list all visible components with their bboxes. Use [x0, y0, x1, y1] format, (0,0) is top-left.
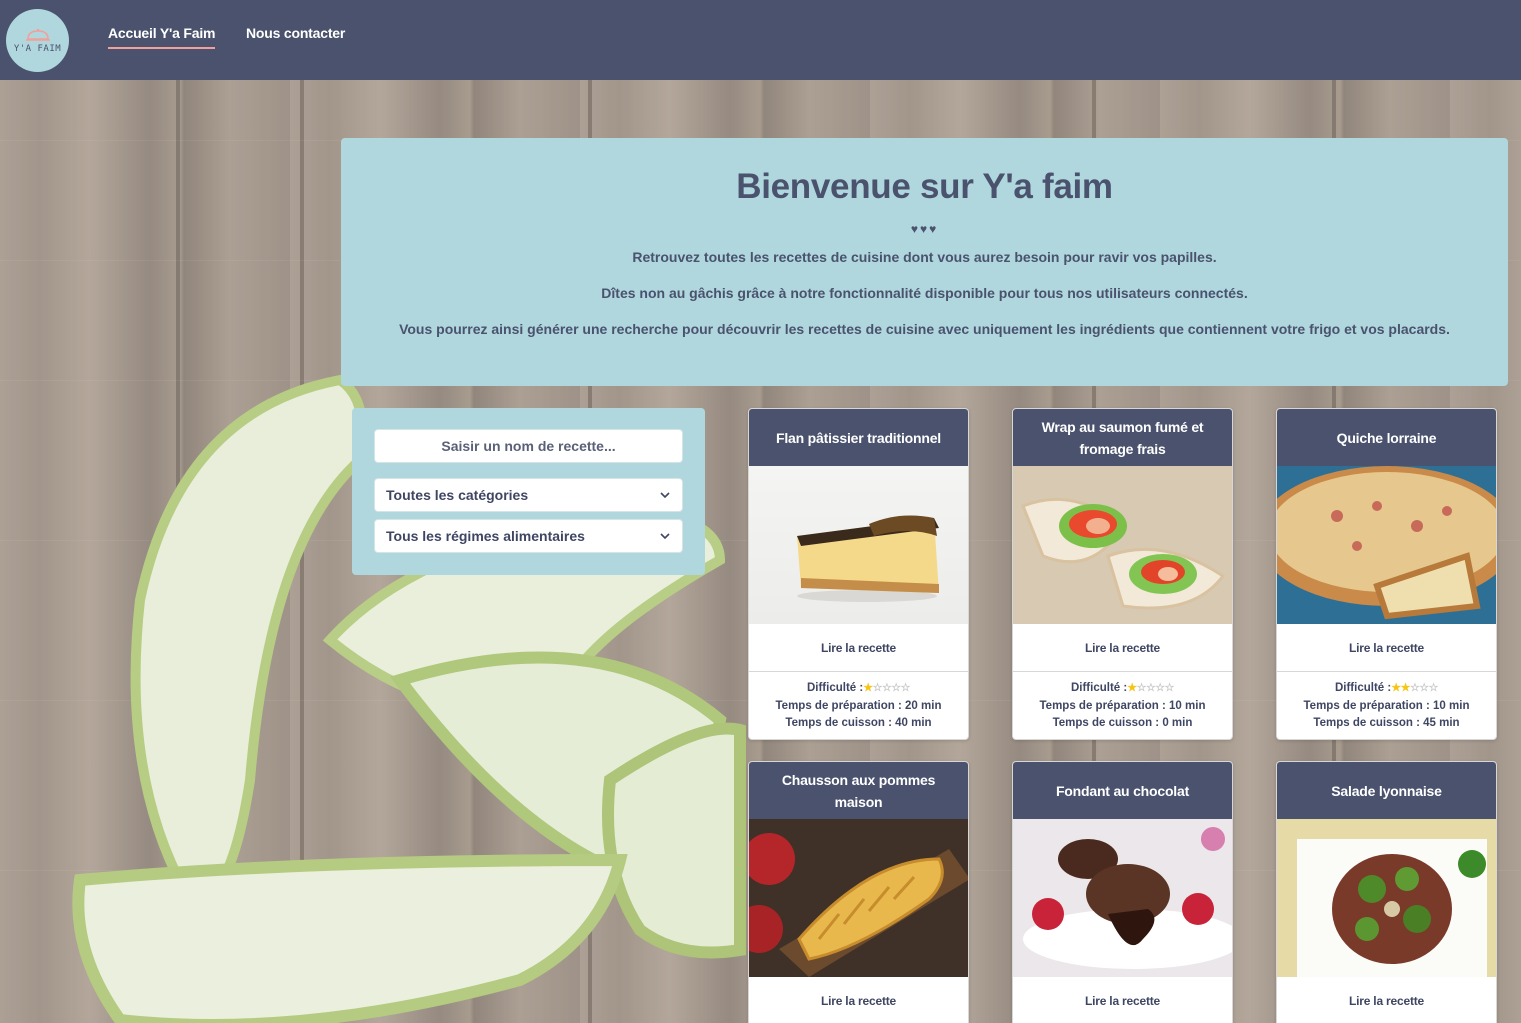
welcome-banner: Bienvenue sur Y'a faim ♥♥♥ Retrouvez tou…: [341, 138, 1508, 386]
search-panel: Toutes les catégories Tous les régimes a…: [352, 408, 705, 575]
category-select-value: Toutes les catégories: [386, 487, 529, 503]
prep-label: Temps de préparation :: [775, 699, 902, 712]
salade-image[interactable]: [1277, 819, 1496, 977]
nav-link-home[interactable]: Accueil Y'a Faim: [108, 25, 215, 49]
chevron-down-icon: [660, 533, 670, 540]
cook-label: Temps de cuisson :: [785, 717, 892, 729]
page-title: Bienvenue sur Y'a faim: [736, 167, 1113, 206]
recipe-card[interactable]: Quiche lorraine Lire la recette Difficul…: [1276, 408, 1497, 740]
recipe-card[interactable]: Fondant au chocolat Lire la recette: [1012, 761, 1233, 1023]
category-select[interactable]: Toutes les catégories: [374, 478, 683, 512]
read-recipe-link[interactable]: Lire la recette: [1277, 624, 1496, 672]
cook-label: Temps de cuisson :: [1313, 717, 1420, 729]
hearts-divider: ♥♥♥: [910, 222, 939, 236]
recipe-title[interactable]: Fondant au chocolat: [1013, 762, 1232, 819]
prep-time: 10 min: [1433, 699, 1470, 712]
recipe-title[interactable]: Flan pâtissier traditionnel: [749, 409, 968, 466]
site-logo[interactable]: Y'A FAIM: [6, 9, 69, 72]
difficulty-label: Difficulté :: [806, 682, 864, 694]
difficulty-label: Difficulté :: [1070, 682, 1128, 694]
cook-time: 0 min: [1162, 717, 1193, 729]
difficulty-stars: ★★☆☆☆: [1391, 682, 1439, 694]
difficulty-stars: ★☆☆☆☆: [863, 682, 911, 694]
diet-select[interactable]: Tous les régimes alimentaires: [374, 519, 683, 553]
prep-time: 20 min: [905, 699, 942, 712]
read-recipe-link[interactable]: Lire la recette: [749, 977, 968, 1023]
intro-paragraph-2: Dîtes non au gâchis grâce à notre foncti…: [601, 285, 1248, 301]
intro-paragraph-1: Retrouvez toutes les recettes de cuisine…: [632, 249, 1217, 265]
recipe-card[interactable]: Wrap au saumon fumé et fromage frais Lir…: [1012, 408, 1233, 740]
wrap-image[interactable]: [1013, 466, 1232, 624]
recipe-info: Difficulté :★☆☆☆☆ Temps de préparation :…: [749, 672, 968, 733]
read-recipe-link[interactable]: Lire la recette: [749, 624, 968, 672]
read-recipe-link[interactable]: Lire la recette: [1013, 977, 1232, 1023]
recipe-card[interactable]: Chausson aux pommes maison Lire la recet…: [748, 761, 969, 1023]
logo-text: Y'A FAIM: [13, 43, 62, 54]
recipe-title[interactable]: Quiche lorraine: [1277, 409, 1496, 466]
recipe-card[interactable]: Salade lyonnaise Lire la recette: [1276, 761, 1497, 1023]
intro-paragraph-3: Vous pourrez ainsi générer une recherche…: [399, 321, 1450, 337]
prep-label: Temps de préparation :: [1039, 699, 1166, 712]
recipe-card[interactable]: Flan pâtissier traditionnel Lire la rece…: [748, 408, 969, 740]
cook-time: 40 min: [895, 717, 932, 729]
navbar: Y'A FAIM Accueil Y'a Faim Nous contacter: [0, 0, 1521, 80]
recipe-title[interactable]: Salade lyonnaise: [1277, 762, 1496, 819]
recipe-info: Difficulté :★★☆☆☆ Temps de préparation :…: [1277, 672, 1496, 733]
recipe-title[interactable]: Chausson aux pommes maison: [749, 762, 968, 819]
fondant-image[interactable]: [1013, 819, 1232, 977]
nav-link-contact[interactable]: Nous contacter: [246, 25, 345, 41]
read-recipe-link[interactable]: Lire la recette: [1013, 624, 1232, 672]
chevron-down-icon: [660, 492, 670, 499]
cook-label: Temps de cuisson :: [1052, 717, 1160, 729]
recipe-title[interactable]: Wrap au saumon fumé et fromage frais: [1013, 409, 1232, 466]
difficulty-stars: ★☆☆☆☆: [1127, 682, 1175, 694]
cloche-icon: [25, 28, 50, 41]
cook-time: 45 min: [1423, 717, 1460, 729]
recipe-search-input[interactable]: [374, 429, 683, 463]
prep-label: Temps de préparation :: [1303, 699, 1430, 712]
flan-image[interactable]: [749, 466, 968, 624]
diet-select-value: Tous les régimes alimentaires: [386, 528, 585, 544]
recipe-info: Difficulté :★☆☆☆☆ Temps de préparation :…: [1013, 672, 1232, 733]
difficulty-label: Difficulté :: [1334, 682, 1392, 694]
prep-time: 10 min: [1169, 699, 1206, 712]
quiche-image[interactable]: [1277, 466, 1496, 624]
read-recipe-link[interactable]: Lire la recette: [1277, 977, 1496, 1023]
chausson-image[interactable]: [749, 819, 968, 977]
